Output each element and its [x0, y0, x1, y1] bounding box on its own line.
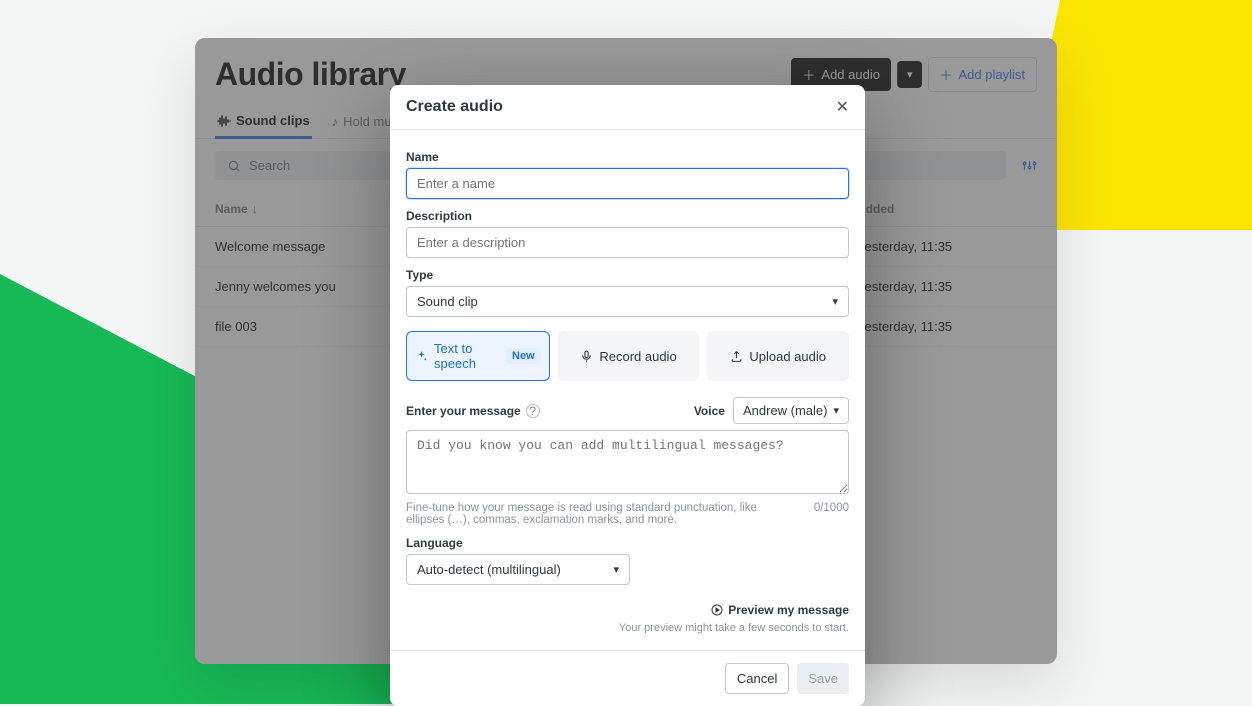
message-textarea[interactable] — [406, 430, 849, 494]
preview-button[interactable]: Preview my message — [711, 603, 849, 617]
segment-text-to-speech[interactable]: Text to speech New — [406, 331, 550, 381]
voice-value: Andrew (male) — [743, 403, 828, 418]
upload-icon — [730, 350, 743, 363]
name-input[interactable] — [406, 168, 849, 199]
language-value: Auto-detect (multilingual) — [417, 562, 561, 577]
play-icon — [711, 604, 723, 616]
microphone-icon — [580, 350, 593, 363]
create-audio-modal: Create audio ✕ Name Description Type Sou… — [390, 85, 865, 706]
sparkle-icon — [415, 350, 428, 363]
help-icon[interactable]: ? — [526, 404, 540, 418]
type-value: Sound clip — [417, 294, 478, 309]
segment-upload-audio[interactable]: Upload audio — [707, 331, 849, 381]
description-label: Description — [406, 209, 849, 223]
chevron-down-icon: ▾ — [832, 295, 838, 308]
type-select[interactable]: Sound clip ▾ — [406, 286, 849, 317]
segment-label: Upload audio — [749, 349, 826, 364]
char-count: 0/1000 — [814, 502, 849, 526]
helper-text: Fine-tune how your message is read using… — [406, 502, 794, 526]
language-label: Language — [406, 536, 849, 550]
save-label: Save — [808, 671, 838, 686]
description-input[interactable] — [406, 227, 849, 258]
preview-label: Preview my message — [728, 603, 849, 617]
voice-select[interactable]: Andrew (male) ▾ — [733, 397, 849, 424]
language-select[interactable]: Auto-detect (multilingual) ▾ — [406, 554, 630, 585]
cancel-label: Cancel — [737, 671, 777, 686]
modal-title: Create audio — [406, 98, 503, 116]
voice-label: Voice — [694, 404, 725, 418]
chevron-down-icon: ▾ — [833, 404, 839, 417]
save-button[interactable]: Save — [797, 663, 849, 694]
close-icon[interactable]: ✕ — [836, 97, 849, 117]
type-label: Type — [406, 268, 849, 282]
chevron-down-icon: ▾ — [613, 563, 619, 576]
new-badge: New — [506, 348, 541, 364]
message-label: Enter your message — [406, 404, 521, 418]
segment-record-audio[interactable]: Record audio — [558, 331, 700, 381]
segment-label: Record audio — [599, 349, 676, 364]
name-label: Name — [406, 150, 849, 164]
preview-subtext: Your preview might take a few seconds to… — [406, 622, 849, 634]
segment-label: Text to speech — [434, 341, 500, 371]
cancel-button[interactable]: Cancel — [725, 663, 789, 694]
